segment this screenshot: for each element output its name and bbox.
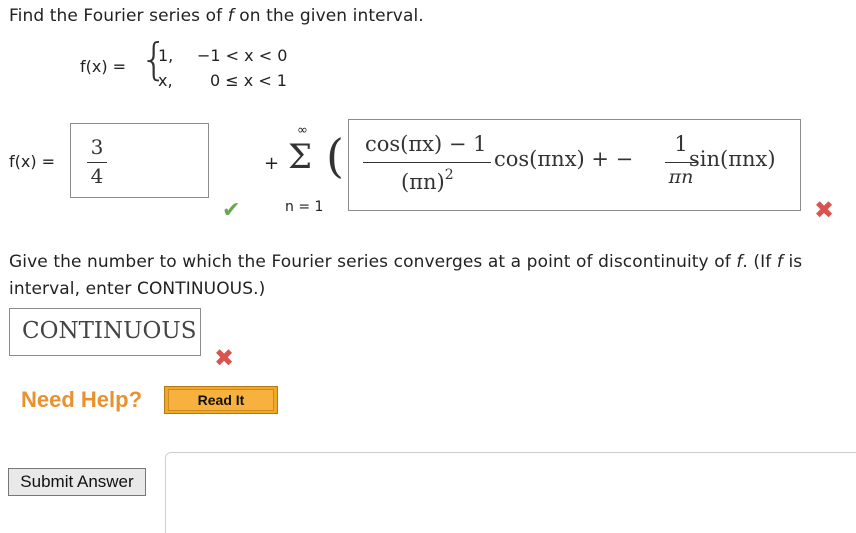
coef-denominator-1-exp: 2 [444,167,454,183]
prompt-text: Find the Fourier series of [9,6,228,26]
coef-term-1: cos(πnx) + − [494,147,634,171]
read-it-button[interactable]: Read It [164,386,278,414]
discontinuity-answer-field[interactable]: CONTINUOUS [9,308,201,356]
case2-condition: 0 ≤ x < 1 [210,71,287,90]
sum-lower-limit: n = 1 [285,199,324,215]
prompt-text-end: on the given interval. [233,6,424,26]
a0-numerator: 3 [90,135,104,159]
need-help-label: Need Help? [21,387,143,412]
footer-panel [165,452,856,533]
coef-term-2: sin(πnx) [689,147,776,171]
q2-text-b: . (If [742,252,777,272]
correct-check-icon: ✔ [222,198,241,223]
discontinuity-answer-value: CONTINUOUS [22,318,197,344]
series-lhs: f(x) = [9,152,56,171]
read-it-label: Read It [168,389,274,411]
sigma-icon: Σ [288,137,313,177]
a0-denominator: 4 [90,164,104,188]
sum-upper-limit: ∞ [297,123,308,138]
coef-fraction-bar-1 [363,162,491,163]
question-prompt: Find the Fourier series of f on the give… [9,6,424,26]
q2-text-a: Give the number to which the Fourier ser… [9,252,737,272]
function-lhs: f(x) = [80,57,127,76]
coef-numerator-1: cos(πx) − 1 [365,132,487,156]
coef-denominator-1: (πn)2 [401,167,454,194]
a0-fraction-bar [87,162,107,163]
question2-line2: interval, enter CONTINUOUS.) [9,279,266,299]
submit-answer-button[interactable]: Submit Answer [8,468,146,496]
coef-denominator-1-base: (πn) [401,170,445,194]
incorrect-x-icon: ✖ [814,196,835,224]
incorrect-x-icon-2: ✖ [214,344,235,372]
coefficient-answer-field[interactable]: cos(πx) − 1 (πn)2 cos(πnx) + − 1 πn sin(… [348,119,801,211]
open-paren: ( [326,129,344,183]
case1-condition: −1 < x < 0 [197,46,288,65]
a0-answer-field[interactable]: 3 4 [70,123,209,198]
case2-value: x, [158,71,173,90]
question2-line1: Give the number to which the Fourier ser… [9,252,802,272]
case1-value: 1, [158,46,174,65]
plus-sign: + [264,153,280,174]
q2-text-c: is [782,252,803,272]
